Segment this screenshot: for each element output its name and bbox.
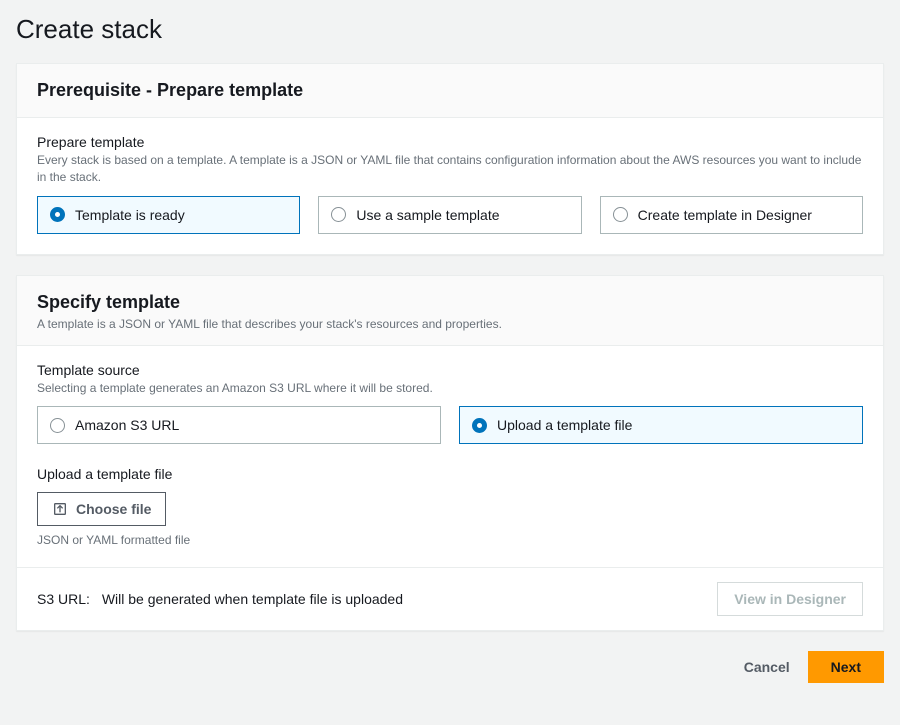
view-in-designer-button[interactable]: View in Designer (717, 582, 863, 616)
specify-title: Specify template (37, 292, 863, 313)
option-label: Use a sample template (356, 207, 499, 223)
next-button[interactable]: Next (808, 651, 884, 683)
option-create-designer[interactable]: Create template in Designer (600, 196, 863, 234)
file-hint: JSON or YAML formatted file (37, 533, 863, 547)
option-sample-template[interactable]: Use a sample template (318, 196, 581, 234)
option-label: Upload a template file (497, 417, 632, 433)
wizard-footer: Cancel Next (16, 651, 884, 683)
prepare-template-desc: Every stack is based on a template. A te… (37, 152, 863, 186)
specify-header: Specify template A template is a JSON or… (17, 276, 883, 346)
upload-section: Upload a template file Choose file JSON … (37, 466, 863, 547)
upload-icon (52, 501, 68, 517)
option-label: Template is ready (75, 207, 185, 223)
prepare-template-options: Template is ready Use a sample template … (37, 196, 863, 234)
option-upload-file[interactable]: Upload a template file (459, 406, 863, 444)
option-s3-url[interactable]: Amazon S3 URL (37, 406, 441, 444)
s3-url-value: Will be generated when template file is … (102, 591, 403, 607)
option-template-ready[interactable]: Template is ready (37, 196, 300, 234)
radio-icon (50, 418, 65, 433)
radio-icon (331, 207, 346, 222)
template-source-desc: Selecting a template generates an Amazon… (37, 380, 863, 397)
page-title: Create stack (16, 14, 884, 45)
prerequisite-body: Prepare template Every stack is based on… (17, 118, 883, 254)
template-source-options: Amazon S3 URL Upload a template file (37, 406, 863, 444)
s3-url-line: S3 URL: Will be generated when template … (37, 591, 403, 607)
specify-footer: S3 URL: Will be generated when template … (17, 567, 883, 630)
specify-body: Template source Selecting a template gen… (17, 346, 883, 568)
prerequisite-title: Prerequisite - Prepare template (37, 80, 863, 101)
radio-icon (50, 207, 65, 222)
choose-file-button[interactable]: Choose file (37, 492, 166, 526)
radio-icon (472, 418, 487, 433)
upload-label: Upload a template file (37, 466, 863, 482)
prepare-template-label: Prepare template (37, 134, 863, 150)
prerequisite-card: Prerequisite - Prepare template Prepare … (16, 63, 884, 255)
specify-desc: A template is a JSON or YAML file that d… (37, 317, 863, 331)
prerequisite-header: Prerequisite - Prepare template (17, 64, 883, 118)
option-label: Create template in Designer (638, 207, 812, 223)
specify-template-card: Specify template A template is a JSON or… (16, 275, 884, 632)
option-label: Amazon S3 URL (75, 417, 179, 433)
cancel-button[interactable]: Cancel (744, 659, 790, 675)
s3-url-label: S3 URL: (37, 591, 90, 607)
template-source-label: Template source (37, 362, 863, 378)
choose-file-label: Choose file (76, 501, 151, 517)
radio-icon (613, 207, 628, 222)
